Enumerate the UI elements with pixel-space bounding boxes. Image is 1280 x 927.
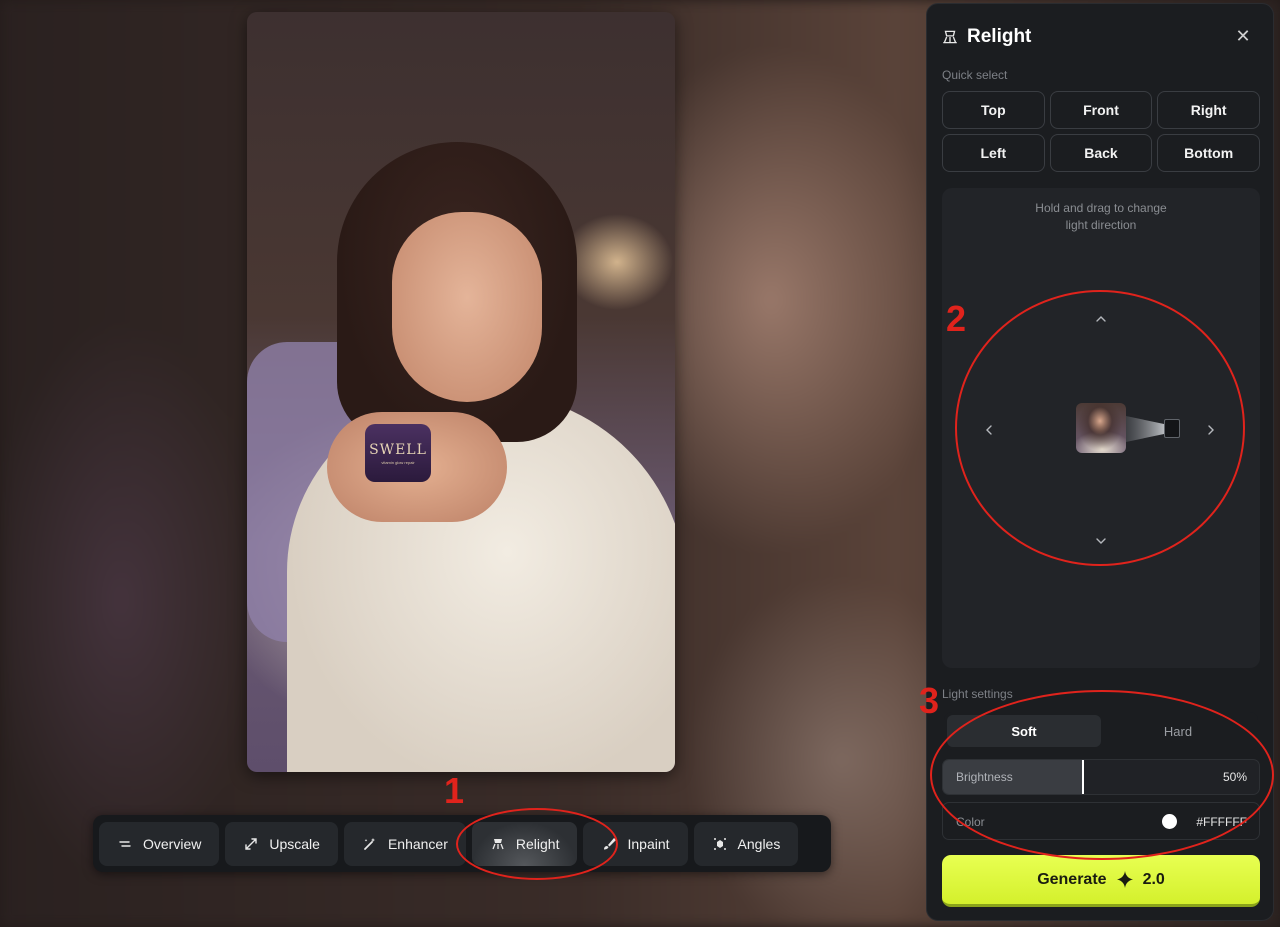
brightness-value: 50% — [1222, 770, 1247, 784]
direction-hint-line2: light direction — [1065, 218, 1137, 232]
annotation-number-1: 1 — [444, 770, 465, 811]
toolbar-angles-label: Angles — [737, 835, 781, 852]
panel-header: Relight — [941, 26, 1031, 48]
toolbar-overview-button[interactable]: Overview — [99, 821, 220, 866]
list-icon — [119, 840, 131, 847]
chevron-down-icon[interactable] — [1092, 532, 1110, 550]
expand-arrows-icon — [245, 837, 258, 850]
mode-hard-tab[interactable]: Hard — [1101, 715, 1255, 747]
brightness-slider[interactable]: Brightness 50% — [942, 759, 1260, 795]
light-source-handle[interactable] — [1164, 419, 1180, 438]
toolbar-enhancer-label: Enhancer — [387, 835, 448, 852]
toolbar-relight-button[interactable]: Relight — [471, 821, 578, 866]
panel-title: Relight — [967, 26, 1032, 47]
annotation-number-3: 3 — [919, 680, 940, 721]
quick-select-bottom-button[interactable]: Bottom — [1157, 134, 1260, 172]
relight-icon — [943, 30, 957, 44]
photo-face — [392, 212, 542, 402]
quick-select-left-button[interactable]: Left — [942, 134, 1045, 172]
magic-wand-icon — [364, 837, 375, 850]
light-mode-toggle: Soft Hard — [944, 712, 1258, 750]
light-direction-pad[interactable]: Hold and drag to change light direction — [942, 188, 1260, 668]
chevron-left-icon[interactable] — [980, 421, 998, 439]
quick-select-grid: Top Front Right Left Back Bottom — [942, 91, 1260, 172]
jar-brand-text: SWELL — [369, 441, 427, 458]
angles-icon — [713, 837, 726, 850]
toolbar-relight-label: Relight — [515, 835, 560, 852]
chevron-right-icon[interactable] — [1202, 421, 1220, 439]
generate-button[interactable]: Generate 2.0 — [942, 855, 1260, 907]
color-value: #FFFFFF — [1196, 815, 1247, 829]
chevron-up-icon[interactable] — [1092, 310, 1110, 328]
direction-hint-line1: Hold and drag to change — [1035, 201, 1167, 215]
product-jar: SWELL vitamin glow repair — [365, 424, 431, 482]
generate-cost: 2.0 — [1142, 870, 1165, 888]
direction-hint: Hold and drag to change light direction — [942, 200, 1260, 234]
quick-select-front-button[interactable]: Front — [1049, 91, 1153, 129]
subject-thumbnail — [1076, 403, 1126, 453]
brightness-label: Brightness — [956, 770, 1013, 784]
toolbar-upscale-label: Upscale — [269, 835, 320, 852]
relight-panel: Relight ✕ Quick select Top Front Right L… — [926, 3, 1274, 921]
quick-select-label: Quick select — [942, 68, 1008, 82]
quick-select-top-button[interactable]: Top — [942, 91, 1045, 129]
light-beam — [1126, 416, 1164, 442]
color-picker-row[interactable]: Color #FFFFFF — [942, 802, 1260, 840]
main-image-canvas[interactable]: SWELL vitamin glow repair — [247, 12, 675, 772]
toolbar-overview-label: Overview — [143, 835, 202, 852]
brush-icon — [604, 837, 617, 849]
jar-subtext: vitamin glow repair — [381, 459, 415, 465]
color-label: Color — [956, 815, 985, 829]
sparkle-icon — [1116, 870, 1133, 888]
toolbar-inpaint-label: Inpaint — [627, 835, 670, 852]
color-swatch[interactable] — [1162, 814, 1177, 829]
toolbar-enhancer-button[interactable]: Enhancer — [343, 821, 466, 866]
brightness-handle[interactable] — [1082, 760, 1084, 794]
bottom-toolbar: Overview Upscale Enhancer Relight Inpain… — [93, 815, 831, 872]
relight-icon — [492, 838, 504, 849]
toolbar-inpaint-button[interactable]: Inpaint — [583, 821, 688, 866]
generate-label: Generate — [1037, 870, 1107, 888]
toolbar-angles-button[interactable]: Angles — [693, 821, 799, 866]
annotation-number-2: 2 — [946, 298, 967, 339]
quick-select-back-button[interactable]: Back — [1049, 134, 1153, 172]
toolbar-upscale-button[interactable]: Upscale — [225, 821, 338, 866]
close-icon[interactable]: ✕ — [1233, 26, 1253, 46]
quick-select-right-button[interactable]: Right — [1157, 91, 1260, 129]
light-settings-label: Light settings — [942, 687, 1013, 701]
mode-soft-tab[interactable]: Soft — [947, 715, 1101, 747]
